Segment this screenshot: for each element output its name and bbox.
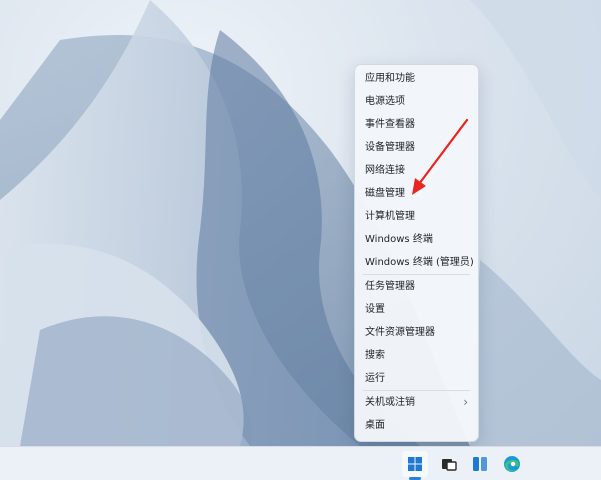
menu-item-computer-management[interactable]: 计算机管理 [355, 205, 478, 228]
menu-item-label: 电源选项 [365, 96, 405, 107]
menu-item-label: 计算机管理 [365, 211, 415, 222]
menu-item-network-connections[interactable]: 网络连接 [355, 159, 478, 182]
menu-item-apps-and-features[interactable]: 应用和功能 [355, 67, 478, 90]
menu-item-disk-management[interactable]: 磁盘管理 [355, 182, 478, 205]
menu-item-run[interactable]: 运行 [355, 367, 478, 390]
edge-browser-button[interactable] [499, 451, 525, 477]
menu-item-label: 设备管理器 [365, 142, 415, 153]
menu-item-windows-terminal[interactable]: Windows 终端 [355, 228, 478, 251]
desktop-wallpaper [0, 0, 601, 446]
widgets-icon [473, 457, 487, 471]
menu-item-device-manager[interactable]: 设备管理器 [355, 136, 478, 159]
edge-browser-icon [504, 456, 520, 472]
menu-item-label: 关机或注销 [365, 397, 415, 408]
windows-start-icon [408, 457, 422, 471]
winx-context-menu: 应用和功能 电源选项 事件查看器 设备管理器 网络连接 磁盘管理 计算机管理 W… [354, 64, 479, 442]
menu-item-windows-terminal-admin[interactable]: Windows 终端 (管理员) [355, 251, 478, 274]
menu-item-label: 搜索 [365, 350, 385, 361]
menu-item-settings[interactable]: 设置 [355, 298, 478, 321]
task-view-button[interactable] [436, 451, 462, 477]
menu-item-label: 磁盘管理 [365, 188, 405, 199]
menu-item-label: 任务管理器 [365, 281, 415, 292]
menu-item-event-viewer[interactable]: 事件查看器 [355, 113, 478, 136]
menu-item-label: Windows 终端 (管理员) [365, 257, 474, 268]
menu-item-label: 运行 [365, 373, 385, 384]
menu-item-desktop[interactable]: 桌面 [355, 414, 478, 437]
menu-item-label: 文件资源管理器 [365, 327, 435, 338]
taskbar [0, 446, 601, 480]
menu-item-search[interactable]: 搜索 [355, 344, 478, 367]
menu-item-task-manager[interactable]: 任务管理器 [355, 275, 478, 298]
start-button[interactable] [402, 451, 428, 477]
widgets-button[interactable] [467, 451, 493, 477]
menu-item-power-options[interactable]: 电源选项 [355, 90, 478, 113]
menu-item-shutdown-or-sign-out[interactable]: 关机或注销 › [355, 391, 478, 414]
chevron-right-icon: › [463, 395, 468, 409]
menu-item-label: 设置 [365, 304, 385, 315]
menu-item-label: Windows 终端 [365, 234, 433, 245]
menu-item-label: 桌面 [365, 420, 385, 431]
menu-item-file-explorer[interactable]: 文件资源管理器 [355, 321, 478, 344]
menu-item-label: 网络连接 [365, 165, 405, 176]
menu-item-label: 事件查看器 [365, 119, 415, 130]
task-view-icon [442, 459, 457, 471]
menu-item-label: 应用和功能 [365, 73, 415, 84]
bloom-wallpaper-art [0, 0, 601, 446]
